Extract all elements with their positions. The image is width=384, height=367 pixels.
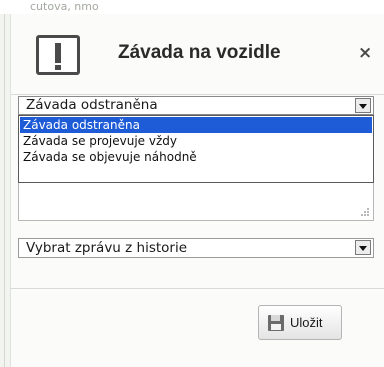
resize-grip-icon[interactable]: [361, 208, 369, 216]
save-button-label: Uložit: [290, 315, 323, 330]
close-icon[interactable]: ×: [358, 43, 372, 63]
floppy-disk-icon: [268, 315, 284, 331]
footer-divider: [10, 288, 384, 289]
background-text: cutova, nmo: [0, 0, 384, 14]
chevron-down-icon[interactable]: [355, 98, 371, 113]
dropdown-option[interactable]: Závada se objevuje náhodně: [20, 149, 372, 165]
description-textarea[interactable]: [18, 183, 374, 221]
alert-exclamation-icon: [36, 35, 80, 75]
dropdown-option[interactable]: Závada se projevuje vždy: [20, 133, 372, 149]
dropdown-option[interactable]: Závada odstraněna: [20, 117, 372, 133]
dialog-title: Závada na vozidle: [118, 42, 281, 63]
status-select[interactable]: Závada odstraněna: [18, 96, 374, 115]
save-button[interactable]: Uložit: [258, 305, 342, 340]
dialog-header: Závada na vozidle ×: [11, 14, 384, 95]
status-select-value: Závada odstraněna: [26, 97, 158, 113]
chevron-down-icon[interactable]: [355, 240, 371, 255]
status-dropdown-list: Závada odstraněna Závada se projevuje vž…: [18, 115, 374, 183]
history-select[interactable]: Vybrat zprávu z historie: [18, 238, 374, 258]
history-select-value: Vybrat zprávu z historie: [26, 240, 188, 256]
background-divider: [4, 14, 5, 367]
